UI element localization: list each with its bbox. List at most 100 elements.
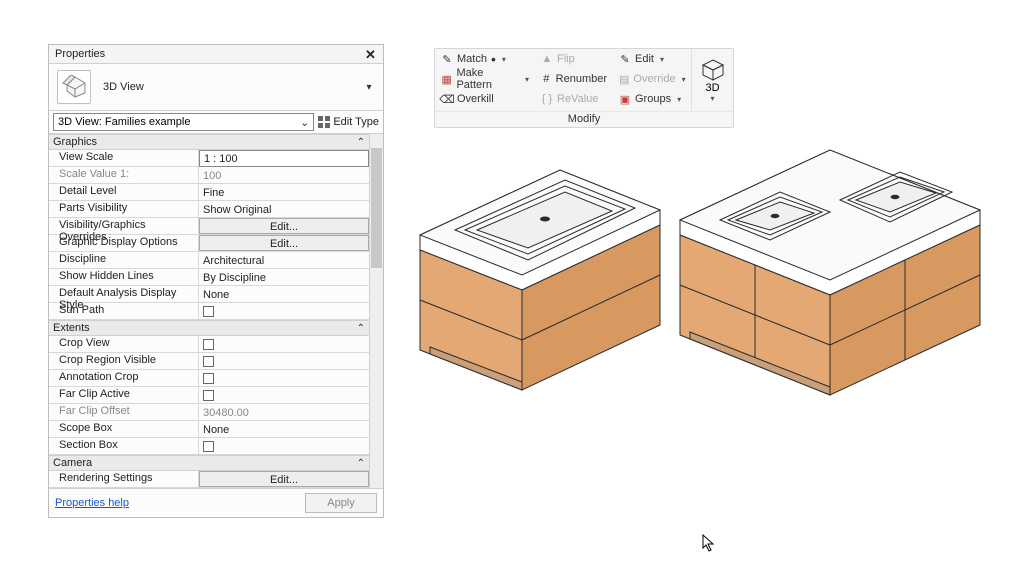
override-icon: ▤ <box>619 73 629 85</box>
sunpath-checkbox[interactable] <box>199 303 369 319</box>
show-hidden-value[interactable]: By Discipline <box>199 269 369 285</box>
checkbox-icon <box>203 306 214 317</box>
crop-view-checkbox[interactable] <box>199 336 369 352</box>
farclip-active-checkbox[interactable] <box>199 387 369 403</box>
section-label: Camera <box>53 457 92 469</box>
properties-title: Properties <box>55 48 105 60</box>
override-label: Override <box>633 73 675 85</box>
3d-viewport[interactable] <box>400 120 1020 450</box>
scrollbar-thumb[interactable] <box>371 148 382 268</box>
vanity-single <box>420 170 660 390</box>
properties-help-link[interactable]: Properties help <box>55 497 129 509</box>
collapse-icon[interactable] <box>357 322 365 334</box>
farclip-offset-readonly: 30480.00 <box>199 404 369 420</box>
house-icon <box>57 70 91 104</box>
crop-region-checkbox[interactable] <box>199 353 369 369</box>
prop-label: Detail Level <box>49 184 199 200</box>
checkbox-icon <box>203 441 214 452</box>
prop-label: Scope Box <box>49 421 199 437</box>
eraser-icon: ⌫ <box>441 93 453 105</box>
chevron-down-icon[interactable] <box>500 53 506 65</box>
prop-label: Crop View <box>49 336 199 352</box>
prop-label: Graphic Display Options <box>49 235 199 251</box>
edit-type-label: Edit Type <box>333 116 379 128</box>
flip-label: Flip <box>557 53 575 65</box>
analysis-style-value[interactable]: None <box>199 286 369 302</box>
annotation-crop-checkbox[interactable] <box>199 370 369 386</box>
checkbox-icon <box>203 339 214 350</box>
scrollbar[interactable] <box>369 134 383 488</box>
discipline-value[interactable]: Architectural <box>199 252 369 268</box>
section-label: Graphics <box>53 136 97 148</box>
edit-type-button[interactable]: Edit Type <box>318 116 379 128</box>
prop-label: Sun Path <box>49 303 199 319</box>
prop-label: Rendering Settings <box>49 471 199 487</box>
overkill-label: Overkill <box>457 93 494 105</box>
section-box-checkbox[interactable] <box>199 438 369 454</box>
type-label: 3D View <box>103 81 363 93</box>
groups-button[interactable]: ▣ Groups <box>613 89 691 109</box>
hash-icon: # <box>541 73 552 85</box>
renumber-label: Renumber <box>556 73 607 85</box>
section-graphics[interactable]: Graphics <box>49 134 369 150</box>
section-camera[interactable]: Camera <box>49 455 369 471</box>
make-pattern-button[interactable]: ▦ Make Pattern <box>435 69 535 89</box>
pattern-icon: ▦ <box>441 73 452 85</box>
prop-label: View Scale <box>49 150 199 166</box>
close-icon[interactable] <box>365 47 379 61</box>
prop-label: Show Hidden Lines <box>49 269 199 285</box>
parts-visibility-value[interactable]: Show Original <box>199 201 369 217</box>
properties-panel: Properties 3D View 3D View: Families exa… <box>48 44 384 518</box>
properties-titlebar[interactable]: Properties <box>49 45 383 64</box>
overkill-button[interactable]: ⌫ Overkill <box>435 89 535 109</box>
override-button: ▤ Override <box>613 69 691 89</box>
cursor-icon <box>702 534 716 552</box>
prop-label: Scale Value 1: <box>49 167 199 183</box>
chevron-down-icon[interactable] <box>300 116 309 129</box>
type-selector-text: 3D View: Families example <box>58 116 190 128</box>
prop-label: Crop Region Visible <box>49 353 199 369</box>
type-selector[interactable]: 3D View: Families example <box>53 113 314 131</box>
detail-level-value[interactable]: Fine <box>199 184 369 200</box>
prop-label: Default Analysis Display Style <box>49 286 199 302</box>
type-header[interactable]: 3D View <box>49 64 383 111</box>
vg-overrides-button[interactable]: Edit... <box>199 218 369 234</box>
view-scale-input[interactable]: 1 : 100 <box>199 150 369 167</box>
collapse-icon[interactable] <box>357 136 365 148</box>
prop-label: Section Box <box>49 438 199 454</box>
apply-button[interactable]: Apply <box>305 493 377 513</box>
pencil-icon: ✎ <box>619 53 631 65</box>
checkbox-icon <box>203 373 214 384</box>
match-label: Match <box>457 53 487 65</box>
section-label: Extents <box>53 322 90 334</box>
prop-label: Parts Visibility <box>49 201 199 217</box>
rendering-settings-button[interactable]: Edit... <box>199 471 369 487</box>
chevron-down-icon[interactable] <box>523 73 529 85</box>
make-pattern-label: Make Pattern <box>456 67 519 91</box>
match-button[interactable]: ✎ Match • <box>435 49 535 69</box>
braces-icon: { } <box>541 93 553 105</box>
vanity-double <box>680 150 980 395</box>
section-extents[interactable]: Extents <box>49 320 369 336</box>
edit-button[interactable]: ✎ Edit <box>613 49 691 69</box>
prop-label: Visibility/Graphics Overrides <box>49 218 199 234</box>
prop-label: Far Clip Active <box>49 387 199 403</box>
groups-icon: ▣ <box>619 93 631 105</box>
revalue-button: { } ReValue <box>535 89 613 109</box>
3d-button[interactable]: 3D ▾ <box>691 49 733 111</box>
chevron-down-icon[interactable] <box>658 53 664 65</box>
graphic-display-button[interactable]: Edit... <box>199 235 369 251</box>
cube-icon <box>701 58 725 82</box>
edit-label: Edit <box>635 53 654 65</box>
scope-box-value[interactable]: None <box>199 421 369 437</box>
collapse-icon[interactable] <box>357 457 365 469</box>
renumber-button[interactable]: # Renumber <box>535 69 613 89</box>
chevron-down-icon[interactable] <box>675 93 681 105</box>
chevron-down-icon[interactable] <box>363 81 375 93</box>
3d-label: 3D <box>705 82 719 94</box>
prop-label: Annotation Crop <box>49 370 199 386</box>
revalue-label: ReValue <box>557 93 598 105</box>
grid-icon <box>318 116 330 128</box>
eyedropper-icon: ✎ <box>441 53 453 65</box>
prop-label: Far Clip Offset <box>49 404 199 420</box>
